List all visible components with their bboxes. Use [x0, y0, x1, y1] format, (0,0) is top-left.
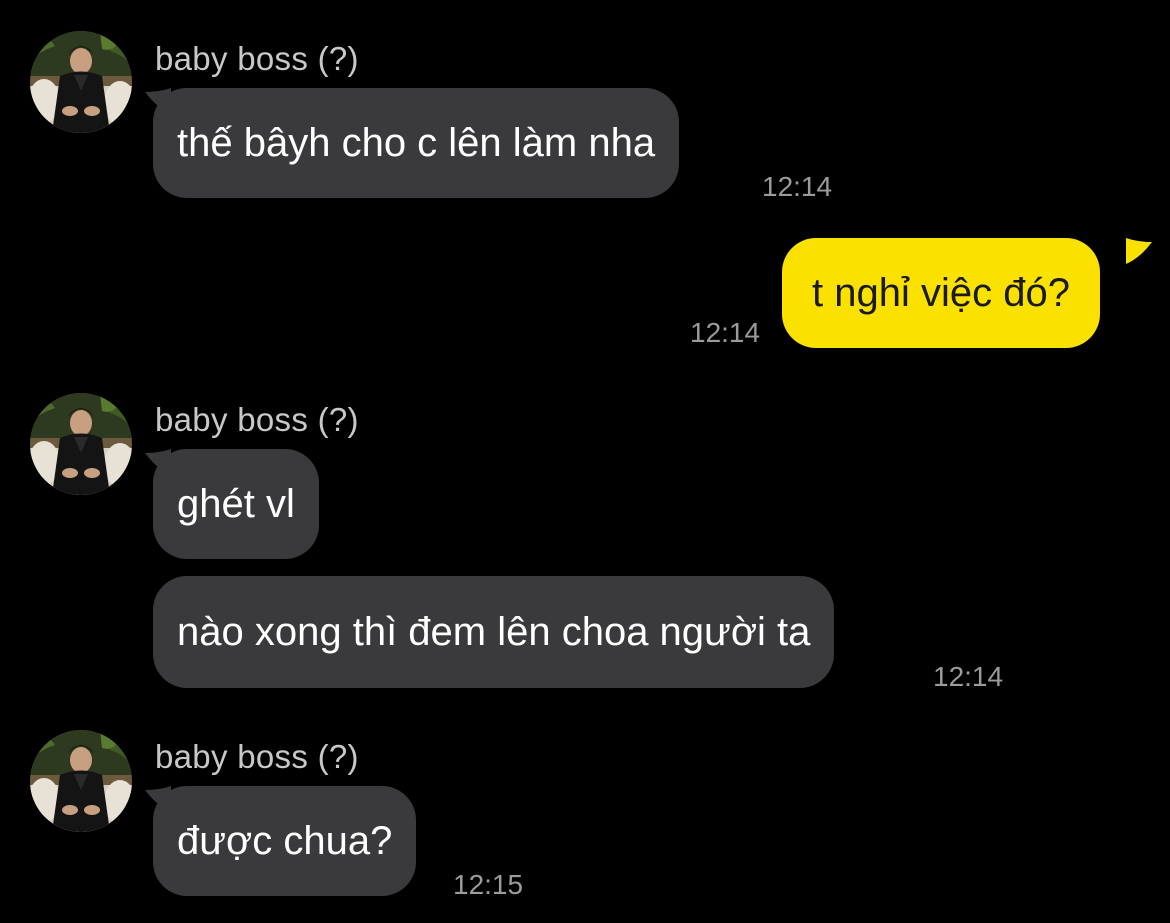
sender-name: baby boss (?)	[155, 738, 359, 775]
sender-name: baby boss (?)	[155, 401, 359, 438]
message-bubble[interactable]: thế bâyh cho c lên làm nha	[153, 88, 680, 198]
message-timestamp: 12:15	[453, 869, 524, 900]
message-bubble[interactable]: t nghỉ việc đó?	[782, 238, 1100, 348]
message-text: t nghỉ việc đó?	[812, 270, 1070, 315]
sender-name: baby boss (?)	[155, 40, 359, 77]
message-timestamp: 12:14	[933, 661, 1004, 692]
message-text: ghét vl	[177, 481, 295, 526]
avatar[interactable]	[30, 31, 132, 133]
bubble-tail	[1126, 238, 1152, 264]
message-timestamp: 12:14	[762, 171, 833, 202]
message-text: được chua?	[177, 818, 393, 863]
message-bubble[interactable]: nào xong thì đem lên choa người ta	[153, 576, 835, 688]
message-text: nào xong thì đem lên choa người ta	[177, 609, 811, 654]
avatar[interactable]	[30, 393, 132, 495]
message-text: thế bâyh cho c lên làm nha	[177, 120, 656, 165]
message-bubble[interactable]: ghét vl	[153, 449, 319, 559]
message-bubble[interactable]: được chua?	[153, 786, 417, 896]
message-timestamp: 12:14	[690, 317, 761, 348]
avatar[interactable]	[30, 730, 132, 832]
